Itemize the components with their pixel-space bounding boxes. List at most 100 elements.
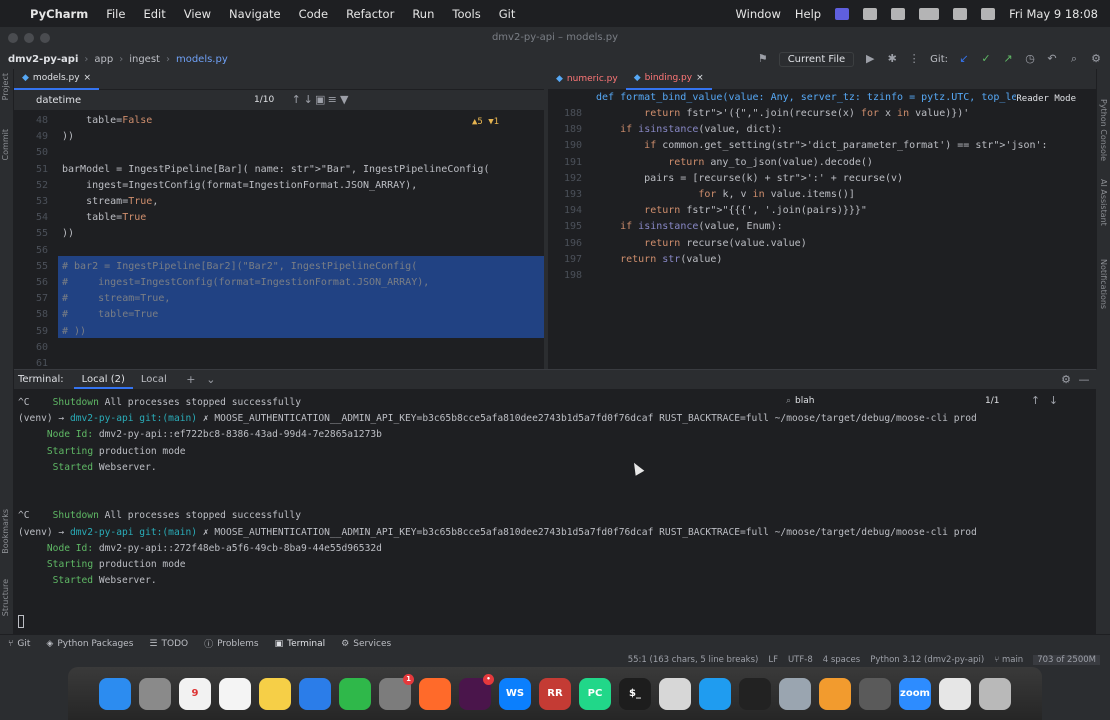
terminal-tab-local[interactable]: Local [133,370,175,389]
menu-code[interactable]: Code [299,7,328,21]
next-match-icon[interactable]: ↓ [302,94,314,106]
commit-tool-label[interactable]: Commit [1,129,10,160]
dock-app-preview-icon[interactable] [779,677,811,710]
close-window-button[interactable] [8,33,18,43]
status-icon[interactable] [891,7,906,20]
dock-app-launchpad-icon[interactable] [139,677,171,710]
terminal-output[interactable]: ^C Shutdown All processes stopped succes… [14,389,1084,635]
run-config-select[interactable]: Current File [778,51,855,67]
dock-app-trash-icon[interactable] [979,677,1011,710]
prev-match-icon[interactable]: ↑ [290,94,302,106]
search-icon[interactable]: ⌕ [1068,53,1080,65]
rollback-icon[interactable]: ↶ [1046,53,1058,65]
more-icon[interactable]: ⋮ [908,53,920,65]
hide-panel-icon[interactable]: — [1078,373,1090,386]
battery-icon[interactable] [919,7,940,20]
chevron-down-icon[interactable]: ⌄ [205,373,217,386]
caret-position[interactable]: 55:1 (163 chars, 5 line breaks) [628,655,759,665]
select-all-icon[interactable]: ▣ [314,94,326,106]
tab-terminal[interactable]: ▣ Terminal [275,639,326,649]
dock-app-activity-icon[interactable] [739,677,771,710]
dock-app-sublime-icon[interactable] [819,677,851,710]
dock-app-numbers-icon[interactable] [339,677,371,710]
git-push-icon[interactable]: ↗ [1002,53,1014,65]
python-interpreter[interactable]: Python 3.12 (dmv2-py-api) [870,655,984,665]
dock-app-notes-icon[interactable] [259,677,291,710]
tab-models-py[interactable]: ◆ models.py × [14,68,100,90]
debug-icon[interactable]: ✱ [886,53,898,65]
menu-file[interactable]: File [106,7,125,21]
tab-todo[interactable]: ☰ TODO [149,639,188,649]
status-icon[interactable] [863,7,878,20]
dock-app-webstorm-icon[interactable]: WS [499,677,531,710]
breadcrumb-file[interactable]: models.py [176,54,228,65]
menu-run[interactable]: Run [412,7,434,21]
dock-app-files-icon[interactable] [939,677,971,710]
history-icon[interactable]: ◷ [1024,53,1036,65]
minimize-window-button[interactable] [24,33,34,43]
menu-edit[interactable]: Edit [143,7,165,21]
dock-app-calendar-icon[interactable]: 9 [179,677,211,710]
dock-app-keynote-icon[interactable] [299,677,331,710]
tab-binding-py[interactable]: ◆ binding.py × [625,68,712,90]
vcs-icon[interactable]: ⚑ [757,53,769,65]
menu-view[interactable]: View [184,7,211,21]
menu-refactor[interactable]: Refactor [346,7,394,21]
find-input[interactable]: datetime [14,95,224,106]
add-terminal-icon[interactable]: + [185,373,197,386]
menu-git[interactable]: Git [499,7,516,21]
indent-setting[interactable]: 4 spaces [823,655,860,665]
control-center-icon[interactable] [981,7,996,20]
line-separator[interactable]: LF [768,655,778,665]
memory-indicator[interactable]: 703 of 2500M [1033,654,1100,665]
dock-app-rustrover-icon[interactable]: RR [539,677,571,710]
git-commit-icon[interactable]: ✓ [980,53,992,65]
dock-app-firefox-icon[interactable] [419,677,451,710]
python-console-label[interactable]: Python Console [1099,99,1108,161]
structure-tool-label[interactable]: Structure [1,579,10,616]
settings-icon[interactable]: ⚙ [1060,373,1072,386]
project-tool-label[interactable]: Project [1,73,10,100]
inspections-widget[interactable]: ▲5 ▼1 [472,114,499,130]
ai-assistant-label[interactable]: AI Assistant [1099,179,1108,226]
dock-app-terminal-icon[interactable]: $_ [619,677,651,710]
right-code-area[interactable]: def format_bind_value(value: Any, server… [548,90,1096,369]
tab-python-packages[interactable]: ◈ Python Packages [46,639,133,649]
menu-navigate[interactable]: Navigate [229,7,281,21]
filter-icon[interactable]: ▼ [338,94,350,106]
close-tab-icon[interactable]: × [84,68,92,89]
menu-window[interactable]: Window [736,7,781,21]
dock-app-zoom-icon[interactable]: zoom [899,677,931,710]
breadcrumb-project[interactable]: dmv2-py-api [8,54,78,65]
dock-app-vs-code-icon[interactable] [699,677,731,710]
screen-share-icon[interactable] [835,7,850,20]
git-branch[interactable]: ⑂ main [994,655,1023,665]
tab-services[interactable]: ⚙ Services [341,639,391,649]
menu-help[interactable]: Help [795,7,821,21]
breadcrumb-app[interactable]: app [94,54,113,65]
dock-app-pycharm-icon[interactable]: PC [579,677,611,710]
menu-tools[interactable]: Tools [452,7,480,21]
breadcrumb-ingest[interactable]: ingest [129,54,160,65]
left-code-area[interactable]: ▲5 ▼1 48 table=False 49)) 50 51 barModel = I… [14,111,544,369]
tab-problems[interactable]: ⓘ Problems [204,637,259,651]
dock-app-slack-icon[interactable]: • [459,673,494,710]
git-update-icon[interactable]: ↙ [958,53,970,65]
zoom-window-button[interactable] [40,33,50,43]
reader-mode-button[interactable]: Reader Mode [1016,91,1076,108]
notifications-label[interactable]: Notifications [1099,259,1108,309]
dock-app-reminders-icon[interactable] [219,677,251,710]
dock-app-finder-icon[interactable] [99,677,131,710]
tab-git[interactable]: ⑂ Git [8,639,30,649]
bookmarks-tool-label[interactable]: Bookmarks [1,509,10,554]
settings-icon[interactable]: ⚙ [1090,53,1102,65]
menu-app-name[interactable]: PyCharm [30,7,88,21]
tab-numeric-py[interactable]: ◆ numeric.py [548,69,626,90]
find-options-icon[interactable]: ≡ [326,94,338,106]
terminal-tab-local-2[interactable]: Local (2) [73,370,133,389]
dock-app-tableplus-icon[interactable] [859,677,891,710]
dock-app-unity-icon[interactable] [659,677,691,710]
run-icon[interactable]: ▶ [864,53,876,65]
dock-app-settings-icon[interactable]: 1 [379,673,414,710]
close-tab-icon[interactable]: × [696,68,704,89]
